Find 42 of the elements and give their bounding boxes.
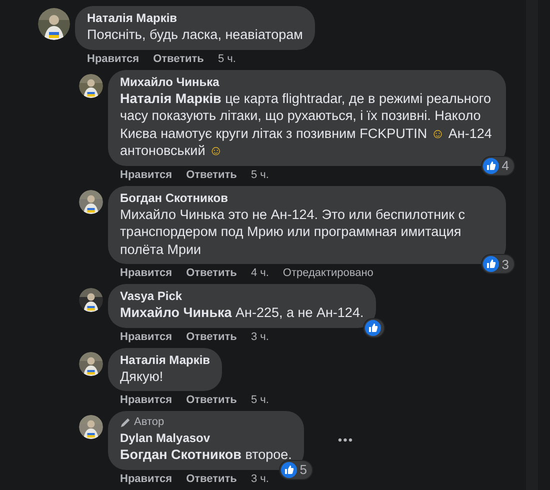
like-link[interactable]: Нравится xyxy=(120,394,172,407)
reply-link[interactable]: Ответить xyxy=(186,330,237,344)
author-name[interactable]: Наталія Марків xyxy=(87,11,303,26)
reply-link[interactable]: Ответить xyxy=(186,472,237,486)
thumbs-up-icon xyxy=(482,256,499,272)
reply-link[interactable]: Ответить xyxy=(186,267,237,280)
reaction-count[interactable]: 5 xyxy=(280,460,312,478)
timestamp: 5 ч. xyxy=(250,394,269,407)
like-link[interactable]: Нравится xyxy=(120,168,172,182)
reply-link[interactable]: Ответить xyxy=(186,394,237,407)
badge-label: Автор xyxy=(134,416,164,429)
comment-text: Михайло Чинька это не Ан-124. Это или беспилотник с транспордером под Мрию или программная имитация полёта Мрии xyxy=(120,206,466,258)
reaction-count[interactable]: 4 xyxy=(482,156,514,174)
timestamp: 4 ч. xyxy=(250,267,269,280)
reaction-count[interactable]: 3 xyxy=(482,255,514,273)
like-link[interactable]: Нравится xyxy=(120,267,172,280)
comment-text: Наталія Марків це карта flightradar, де в режимі реального часу показують літаки, що рухаються, і їх позивні. Наколо Києва намотує круги літак з позивним FCKPUTIN ☺ Ан-124 антоновський ☺ xyxy=(120,90,493,160)
author-name[interactable]: Богдан Скотников xyxy=(120,190,494,206)
thumbs-up-icon xyxy=(482,158,499,174)
more-button[interactable]: ••• xyxy=(338,433,354,448)
author-name[interactable]: Dylan Malyasov xyxy=(120,431,292,446)
author-name[interactable]: Михайло Чинька xyxy=(120,74,494,90)
like-link[interactable]: Нравится xyxy=(120,472,172,486)
thumbs-up-icon xyxy=(364,320,381,336)
comment-text: Богдан Скотников второе. xyxy=(120,446,292,464)
timestamp: 5 ч. xyxy=(250,168,269,182)
author-name[interactable]: Наталія Марків xyxy=(120,352,210,368)
like-link[interactable]: Нравится xyxy=(87,52,140,66)
reply-link[interactable]: Ответить xyxy=(153,52,204,66)
author-name[interactable]: Vasya Pick xyxy=(120,289,364,304)
timestamp: 5 ч. xyxy=(218,52,236,66)
timestamp: 3 ч. xyxy=(250,330,269,344)
edited-label: Отредактировано xyxy=(282,267,374,280)
comment-text: Михайло Чинька Ан-225, а не Ан-124. xyxy=(120,304,364,322)
reaction-count[interactable] xyxy=(364,318,384,336)
comment-text: Дякую! xyxy=(120,368,164,385)
like-link[interactable]: Нравится xyxy=(120,330,172,344)
thumbs-up-icon xyxy=(280,462,297,478)
timestamp: 3 ч. xyxy=(250,472,269,486)
comment-text: Поясніть, будь ласка, неавіаторам xyxy=(87,26,303,44)
reply-link[interactable]: Ответить xyxy=(186,168,237,182)
pencil-icon xyxy=(120,417,131,428)
